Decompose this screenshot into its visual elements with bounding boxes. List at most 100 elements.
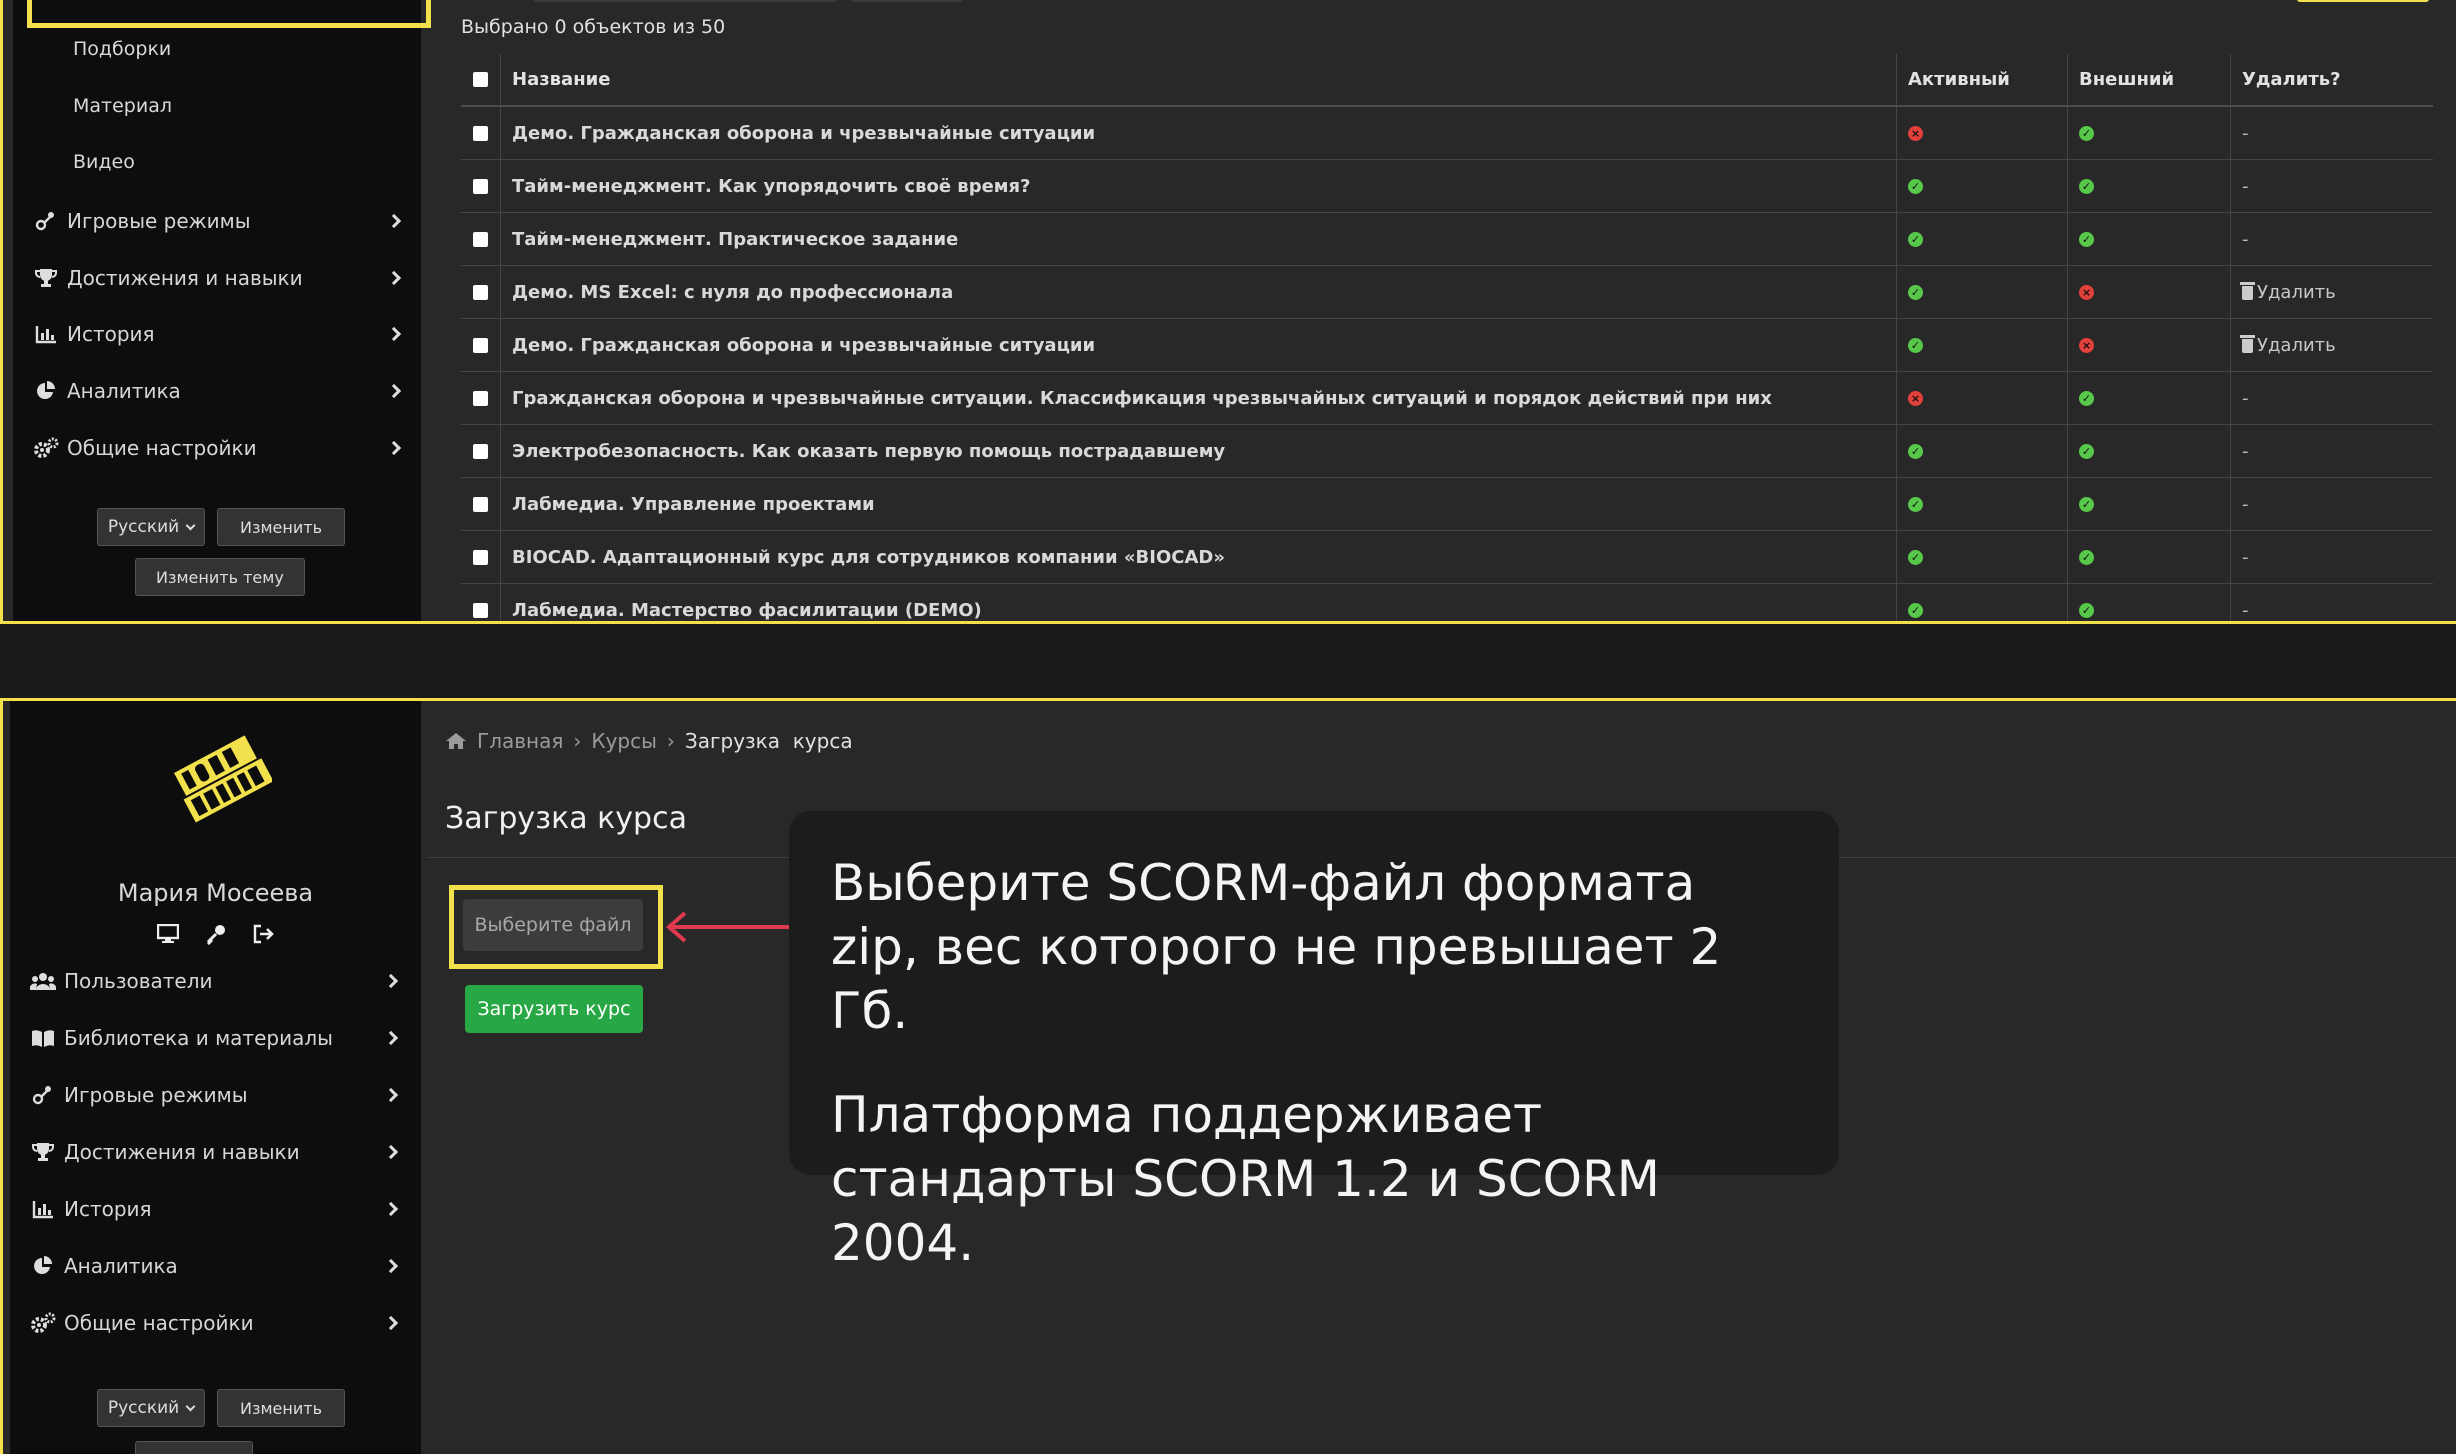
row-checkbox[interactable] [473,231,488,247]
chevron-right-icon [383,973,399,989]
row-checkbox[interactable] [473,178,488,194]
delete-placeholder: - [2242,387,2249,409]
trophy-icon [33,266,59,290]
logout-icon[interactable] [253,923,275,945]
sidebar-item-analytics[interactable]: Аналитика [30,1246,402,1286]
table-row: Гражданская оборона и чрезвычайные ситуа… [461,372,2433,425]
language-select[interactable]: Русский [97,508,205,546]
table-row: Демо. Гражданская оборона и чрезвычайные… [461,107,2433,160]
table-row: Тайм-менеджмент. Практическое задание ✓ ✓ - [461,213,2433,266]
upload-course-button[interactable]: Загрузить курс [465,985,643,1033]
course-name[interactable]: Электробезопасность. Как оказать первую … [501,425,1897,477]
sidebar-subitem-video[interactable]: Видео [73,151,135,173]
sidebar-subitem-collections[interactable]: Подборки [73,38,171,60]
external-status: × [2068,266,2231,318]
change-language-button[interactable]: Изменить [217,508,345,546]
delete-placeholder: - [2242,493,2249,515]
cross-circle-icon: × [1908,125,1923,141]
row-checkbox[interactable] [473,284,488,300]
course-name[interactable]: Демо. MS Excel: с нуля до профессионала [501,266,1897,318]
toolbar-primary-button[interactable] [2297,0,2429,2]
change-language-button[interactable]: Изменить [217,1389,345,1427]
chevron-down-icon [185,1401,196,1411]
sidebar-item-history[interactable]: История [33,314,405,354]
instruction-callout: Выберите SCORM-файл формата zip, вес кот… [789,811,1839,1272]
check-circle-icon: ✓ [1908,337,1923,353]
brand-logo [172,733,274,823]
sidebar-item-users[interactable]: Пользователи [30,961,402,1001]
active-status: × [1897,107,2068,159]
active-status: ✓ [1897,213,2068,265]
column-header-active[interactable]: Активный [1897,54,2068,105]
breadcrumb-home[interactable]: Главная [477,729,563,753]
course-name[interactable]: Демо. Гражданская оборона и чрезвычайные… [501,319,1897,371]
row-checkbox[interactable] [473,390,488,406]
row-checkbox[interactable] [473,337,488,353]
monitor-icon[interactable] [156,923,179,945]
table-row: Тайм-менеджмент. Как упорядочить своё вр… [461,160,2433,213]
key-icon[interactable] [205,923,227,945]
row-checkbox[interactable] [473,125,488,141]
row-checkbox[interactable] [473,549,488,565]
sidebar-item-label: Библиотека и материалы [64,1026,333,1050]
toolbar-control[interactable] [533,0,837,2]
check-circle-icon: ✓ [1908,549,1923,565]
course-name[interactable]: Лабмедиа. Мастерство фасилитации (DEMO) [501,584,1897,621]
row-checkbox[interactable] [473,443,488,459]
sidebar-item-achievements[interactable]: Достижения и навыки [30,1132,402,1172]
delete-label: Удалить [2257,281,2336,303]
external-status: ✓ [2068,425,2231,477]
pointer-arrow [665,911,789,943]
course-name[interactable]: Тайм-менеджмент. Практическое задание [501,213,1897,265]
external-status: ✓ [2068,531,2231,583]
change-theme-button[interactable] [135,1441,253,1454]
sidebar-item-label: Достижения и навыки [64,1140,300,1164]
breadcrumb-separator: › [573,729,582,753]
delete-placeholder: - [2242,599,2249,621]
sidebar-subitem-material[interactable]: Материал [73,95,172,117]
delete-cell: - [2231,478,2431,530]
course-name[interactable]: Демо. Гражданская оборона и чрезвычайные… [501,107,1897,159]
row-checkbox[interactable] [473,602,488,618]
courses-list-screenshot: Подборки Материал Видео Игровые режимы Д… [0,0,2456,624]
sidebar-item-analytics[interactable]: Аналитика [33,371,405,411]
delete-placeholder: - [2242,175,2249,197]
select-all-checkbox[interactable] [473,72,488,87]
sidebar-item-label: Достижения и навыки [67,266,303,290]
row-checkbox[interactable] [473,496,488,512]
chevron-right-icon [383,1201,399,1217]
course-name[interactable]: Гражданская оборона и чрезвычайные ситуа… [501,372,1897,424]
toolbar-button[interactable] [851,0,963,2]
sidebar-item-history[interactable]: История [30,1189,402,1229]
sidebar-item-settings[interactable]: Общие настройки [33,428,405,468]
delete-link[interactable]: Удалить [2240,281,2336,303]
sidebar: Мария Мосеева Пользователи Библиотека и [10,701,421,1454]
check-circle-icon: ✓ [1908,231,1923,247]
sidebar-item-game-modes[interactable]: Игровые режимы [33,201,405,241]
delete-link[interactable]: Удалить [2240,335,2336,356]
column-header-external[interactable]: Внешний [2068,54,2231,105]
callout-text-scorm-standards: Платформа поддерживает стандарты SCORM 1… [831,1086,1660,1272]
sidebar-item-settings[interactable]: Общие настройки [30,1303,402,1343]
table-row: BIOCAD. Адаптационный курс для сотрудник… [461,531,2433,584]
external-status: ✓ [2068,372,2231,424]
language-controls: Русский Изменить [97,508,345,546]
chevron-right-icon [383,1258,399,1274]
course-name[interactable]: BIOCAD. Адаптационный курс для сотрудник… [501,531,1897,583]
column-header-name[interactable]: Название [501,54,1897,105]
choose-file-button[interactable]: Выберите файл [463,899,643,951]
sidebar-item-library[interactable]: Библиотека и материалы [30,1018,402,1058]
breadcrumb-courses[interactable]: Курсы [591,729,657,753]
sidebar-item-label: Аналитика [64,1254,178,1278]
sidebar-item-courses-highlight[interactable] [27,0,431,28]
language-select[interactable]: Русский [97,1389,205,1427]
sidebar-item-achievements[interactable]: Достижения и навыки [33,258,405,298]
chevron-right-icon [383,1315,399,1331]
sidebar-item-game-modes[interactable]: Игровые режимы [30,1075,402,1115]
check-circle-icon: ✓ [1908,443,1923,459]
course-name[interactable]: Тайм-менеджмент. Как упорядочить своё вр… [501,160,1897,212]
chevron-right-icon [383,1087,399,1103]
change-theme-button[interactable]: Изменить тему [135,558,305,596]
gears-icon [30,1311,56,1335]
course-name[interactable]: Лабмедиа. Управление проектами [501,478,1897,530]
